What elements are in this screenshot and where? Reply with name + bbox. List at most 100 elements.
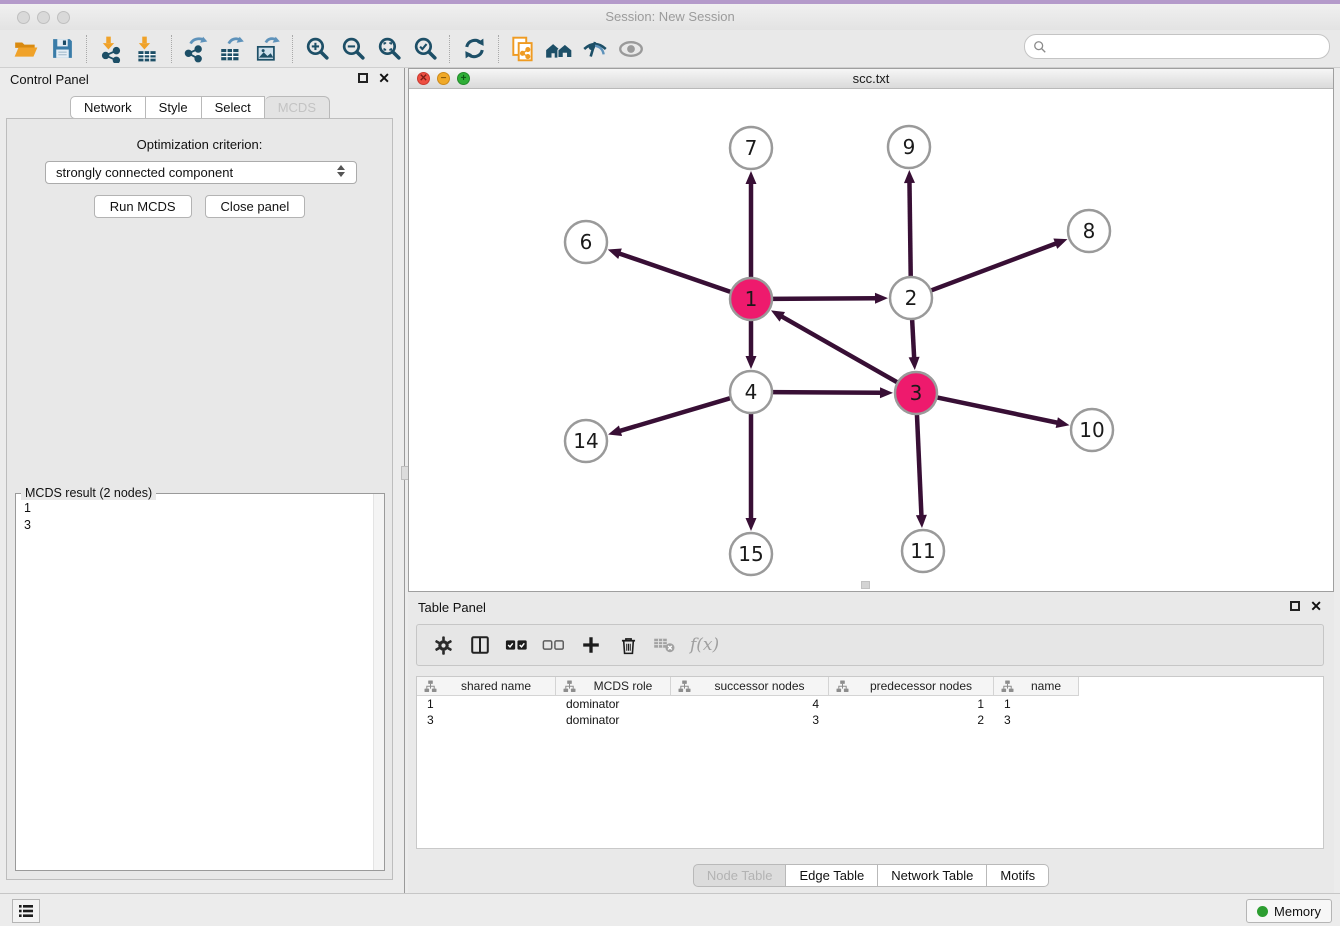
- network-resize-handle[interactable]: [861, 581, 870, 589]
- table-tab-motifs[interactable]: Motifs: [987, 864, 1049, 887]
- close-panel-icon[interactable]: ✕: [378, 73, 390, 83]
- column-header-name[interactable]: name: [994, 677, 1079, 695]
- graph-edge-3-11[interactable]: [917, 412, 922, 517]
- panel-splitter[interactable]: [400, 68, 408, 893]
- graph-node-label-2: 2: [905, 286, 918, 310]
- table-cell[interactable]: 4: [671, 697, 829, 711]
- add-column-icon[interactable]: [575, 630, 607, 660]
- zoom-selected-icon[interactable]: [407, 33, 443, 65]
- tab-style[interactable]: Style: [146, 96, 202, 119]
- import-network-icon[interactable]: [93, 33, 129, 65]
- criterion-selected-value: strongly connected component: [56, 165, 233, 180]
- memory-button[interactable]: Memory: [1246, 899, 1332, 923]
- unselect-all-columns-icon[interactable]: [538, 630, 570, 660]
- table-cell[interactable]: 3: [994, 713, 1079, 727]
- search-icon: [1033, 40, 1047, 54]
- graph-edge-3-10[interactable]: [935, 397, 1059, 423]
- table-cell[interactable]: 1: [417, 697, 556, 711]
- delete-column-trash-icon[interactable]: [612, 630, 644, 660]
- float-table-panel-icon[interactable]: [1290, 601, 1300, 611]
- export-image-icon[interactable]: [250, 33, 286, 65]
- hide-graphics-details-icon[interactable]: [577, 33, 613, 65]
- zoom-fit-icon[interactable]: [371, 33, 407, 65]
- toolbar-divider: [86, 35, 87, 63]
- table-cell[interactable]: 3: [417, 713, 556, 727]
- graph-edge-4-14[interactable]: [619, 397, 733, 431]
- close-table-panel-icon[interactable]: ✕: [1310, 601, 1322, 611]
- network-window-titlebar: ✕ − + scc.txt: [409, 69, 1333, 89]
- table-settings-gear-icon[interactable]: [427, 630, 459, 660]
- table-cell[interactable]: 1: [829, 697, 994, 711]
- graph-arrowhead-4-14: [608, 425, 622, 436]
- graph-edge-2-8[interactable]: [929, 243, 1057, 291]
- table-row[interactable]: 3dominator323: [417, 712, 1323, 728]
- table-cell[interactable]: 3: [671, 713, 829, 727]
- node-table[interactable]: shared nameMCDS rolesuccessor nodesprede…: [416, 676, 1324, 849]
- tab-mcds[interactable]: MCDS: [265, 96, 330, 119]
- search-input[interactable]: [1047, 38, 1321, 55]
- column-header-predecessor-nodes[interactable]: predecessor nodes: [829, 677, 994, 695]
- control-panel-title: Control Panel: [10, 72, 89, 87]
- column-header-MCDS-role[interactable]: MCDS role: [556, 677, 671, 695]
- export-network-icon[interactable]: [178, 33, 214, 65]
- show-graphics-details-icon[interactable]: [613, 33, 649, 65]
- table-cell[interactable]: 1: [994, 697, 1079, 711]
- graph-edge-2-3[interactable]: [912, 317, 914, 359]
- function-builder-icon: f(x): [686, 635, 719, 655]
- zoom-out-icon[interactable]: [335, 33, 371, 65]
- zoom-in-icon[interactable]: [299, 33, 335, 65]
- criterion-select[interactable]: strongly connected component: [45, 161, 357, 184]
- network-window-title: scc.txt: [409, 71, 1333, 86]
- window-title: Session: New Session: [0, 9, 1340, 24]
- table-tab-network-table[interactable]: Network Table: [878, 864, 987, 887]
- graph-edge-2-9[interactable]: [909, 181, 910, 279]
- column-header-successor-nodes[interactable]: successor nodes: [671, 677, 829, 695]
- column-header-shared-name[interactable]: shared name: [417, 677, 556, 695]
- table-tab-edge-table[interactable]: Edge Table: [786, 864, 878, 887]
- task-history-button[interactable]: [12, 899, 40, 923]
- toggle-column-panel-icon[interactable]: [464, 630, 496, 660]
- graph-edge-3-1[interactable]: [781, 316, 900, 384]
- graph-node-label-6: 6: [580, 230, 593, 254]
- graph-edge-1-2[interactable]: [770, 298, 877, 299]
- run-mcds-button[interactable]: Run MCDS: [94, 195, 192, 218]
- save-session-icon[interactable]: [44, 33, 80, 65]
- tab-select[interactable]: Select: [202, 96, 265, 119]
- graph-arrowhead-4-15: [746, 518, 757, 531]
- import-table-icon[interactable]: [129, 33, 165, 65]
- table-cell[interactable]: dominator: [556, 697, 671, 711]
- result-scrollbar[interactable]: [373, 494, 384, 870]
- table-cell[interactable]: 2: [829, 713, 994, 727]
- graph-arrowhead-1-4: [746, 356, 757, 369]
- column-hierarchy-icon: [563, 680, 576, 693]
- apply-layout-icon[interactable]: [456, 33, 492, 65]
- show-all-networks-icon[interactable]: [541, 33, 577, 65]
- clone-network-icon[interactable]: [505, 33, 541, 65]
- tab-network[interactable]: Network: [70, 96, 146, 119]
- graph-edge-4-3[interactable]: [770, 392, 882, 393]
- control-panel: Control Panel ✕ NetworkStyleSelectMCDS O…: [0, 68, 400, 893]
- graph-edge-1-6[interactable]: [618, 253, 733, 293]
- memory-label: Memory: [1274, 904, 1321, 919]
- select-all-columns-icon[interactable]: [501, 630, 533, 660]
- table-tab-node-table[interactable]: Node Table: [693, 864, 787, 887]
- table-cell[interactable]: dominator: [556, 713, 671, 727]
- mcds-result-item: 1: [24, 500, 376, 517]
- graph-node-label-7: 7: [745, 136, 758, 160]
- table-panel: Table Panel ✕: [408, 592, 1334, 893]
- table-header-row: shared nameMCDS rolesuccessor nodesprede…: [417, 677, 1079, 696]
- open-session-icon[interactable]: [8, 33, 44, 65]
- graph-arrowhead-2-8: [1053, 239, 1067, 249]
- list-icon: [18, 904, 34, 918]
- export-table-icon[interactable]: [214, 33, 250, 65]
- table-toolbar: f(x): [416, 624, 1324, 666]
- network-canvas[interactable]: 7968124314101511: [409, 88, 1333, 591]
- graph-node-label-10: 10: [1079, 418, 1104, 442]
- memory-status-dot: [1257, 906, 1268, 917]
- mcds-result-list[interactable]: 13: [16, 494, 384, 540]
- table-row[interactable]: 1dominator411: [417, 696, 1323, 712]
- mcds-tab-content: Optimization criterion: strongly connect…: [6, 118, 393, 880]
- float-panel-icon[interactable]: [358, 73, 368, 83]
- graph-node-label-9: 9: [903, 135, 916, 159]
- close-panel-button[interactable]: Close panel: [205, 195, 306, 218]
